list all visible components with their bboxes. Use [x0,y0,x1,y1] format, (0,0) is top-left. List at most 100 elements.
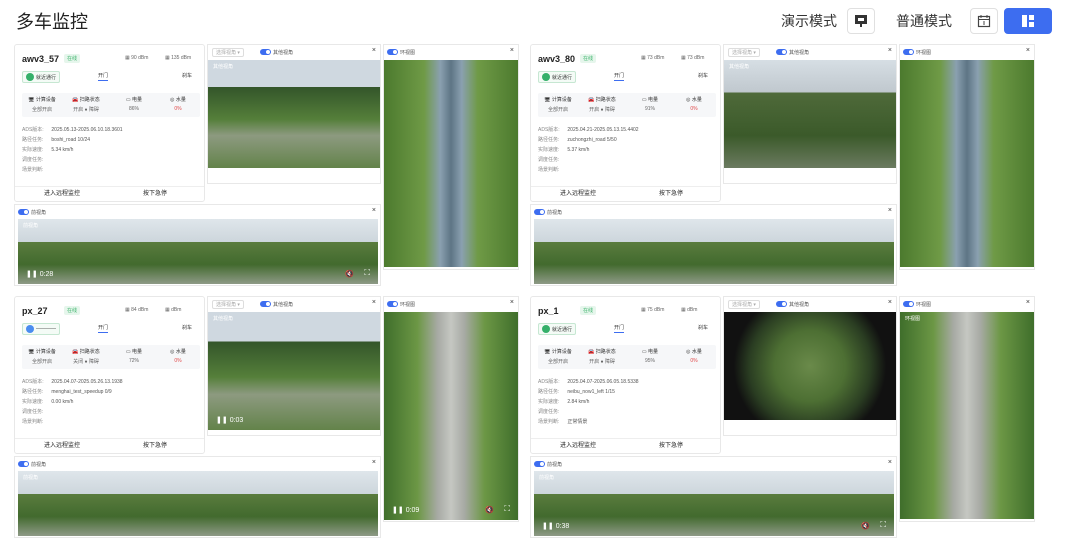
play-pause-control[interactable]: ❚❚ 0:03 [216,416,243,424]
info-value: 2025.04.21-2025.05.13.15.4402 [567,127,639,133]
view-toggle[interactable] [903,301,914,307]
info-value: 正常情景 [567,419,588,425]
bev-video[interactable] [900,60,1034,267]
view-toggle[interactable] [776,49,787,55]
view-toggle[interactable] [534,461,545,467]
demo-mode-button[interactable] [847,8,875,34]
door-button[interactable]: 开门 [98,324,109,333]
door-button[interactable]: 开门 [614,72,625,81]
info-row: 路径任务: boshi_road 10/24 [22,136,90,143]
close-icon[interactable]: × [888,299,892,306]
info-value: 2.84 km/h [567,399,590,405]
bev-video[interactable]: ❚❚ 0:09 🔇 ⛶ [384,312,518,520]
brake-button[interactable]: 刹车 [182,324,192,331]
rear-video[interactable]: 前视角 [18,471,378,536]
nearby-pass-button[interactable]: 就近通行 [22,71,61,83]
view-select[interactable]: 选择视角 ▾ [728,48,760,57]
stat-value: 0% [690,106,698,112]
view-toggle[interactable] [18,209,29,215]
nearby-pass-button[interactable]: 就近通行 [538,71,577,83]
play-pause-control[interactable]: ❚❚ 0:28 [26,270,53,278]
layout-icon [1022,15,1034,27]
remote-monitor-button[interactable]: 进入远程监控 [44,188,80,197]
stat-label: 计算设备 [35,349,56,355]
mute-icon[interactable]: 🔇 [861,522,870,530]
status-badge: 在线 [64,306,81,315]
view-toggle[interactable] [387,301,398,307]
close-icon[interactable]: × [372,47,376,54]
info-key: 场景判断: [22,419,44,425]
front-video[interactable]: 其他视角 [208,60,380,168]
front-video-panel: 选择视角 ▾ 其他视角 × 其他视角 [207,44,381,184]
close-icon[interactable]: × [372,299,376,306]
info-key: 实际速度: [22,147,44,153]
front-video[interactable]: 其他视角 [724,60,896,168]
rear-video[interactable] [534,219,894,284]
front-video[interactable]: 其他视角 ❚❚ 0:03 [208,312,380,430]
remote-monitor-button[interactable]: 进入远程监控 [44,440,80,449]
info-value: 2025.04.07-2025.05.26.13.1938 [51,379,123,385]
play-pause-control[interactable]: ❚❚ 0:38 [542,522,569,530]
emergency-stop-button[interactable]: 按下急停 [143,440,167,449]
info-row: 实际速度: 0.00 km/h [22,398,73,405]
vehicle-name: px_27 [22,306,48,316]
vehicle-cell: awv3_80 在线 ▦ 73 dBm ▦ 73 dBm 就近通行 开门 刹车 … [530,44,1052,290]
bev-video[interactable] [384,60,518,267]
info-value: 5.37 km/h [567,147,590,153]
view-toggle[interactable] [387,49,398,55]
close-icon[interactable]: × [510,299,514,306]
close-icon[interactable]: × [888,47,892,54]
rear-video[interactable]: 前视角 ❚❚ 0:38 🔇 ⛶ [534,471,894,536]
stat-value: 开启 ● 障碍 [589,359,615,365]
view-toggle[interactable] [18,461,29,467]
view-toggle[interactable] [534,209,545,215]
status-badge: 在线 [580,306,597,315]
info-key: 实际速度: [22,399,44,405]
stat-item: ◎ 水量 0% [674,96,714,112]
fullscreen-icon[interactable]: ⛶ [880,520,886,530]
control-icon [542,325,550,333]
close-icon[interactable]: × [1026,47,1030,54]
view-select[interactable]: 选择视角 ▾ [212,300,244,309]
close-icon[interactable]: × [372,207,376,214]
view-toggle[interactable] [260,301,271,307]
view-select[interactable]: 选择视角 ▾ [212,48,244,57]
front-video[interactable] [724,312,896,420]
close-icon[interactable]: × [888,459,892,466]
door-button[interactable]: 开门 [614,324,625,333]
view-toggle[interactable] [903,49,914,55]
mute-icon[interactable]: 🔇 [345,270,354,278]
door-button[interactable]: 开门 [98,72,109,81]
close-icon[interactable]: × [372,459,376,466]
close-icon[interactable]: × [510,47,514,54]
remote-monitor-button[interactable]: 进入远程监控 [560,440,596,449]
nearby-pass-button[interactable]: ———— [22,323,60,335]
video-tag: 环视图 [905,316,921,322]
brake-button[interactable]: 刹车 [182,72,192,79]
emergency-stop-button[interactable]: 按下急停 [659,188,683,197]
close-icon[interactable]: × [1026,299,1030,306]
fullscreen-icon[interactable]: ⛶ [504,504,510,514]
remote-monitor-button[interactable]: 进入远程监控 [560,188,596,197]
vehicle-card: awv3_80 在线 ▦ 73 dBm ▦ 73 dBm 就近通行 开门 刹车 … [530,44,721,202]
view-select[interactable]: 选择视角 ▾ [728,300,760,309]
nearby-pass-button[interactable]: 就近通行 [538,323,577,335]
brake-button[interactable]: 刹车 [698,72,708,79]
brake-button[interactable]: 刹车 [698,324,708,331]
view-toggle[interactable] [776,301,787,307]
play-pause-control[interactable]: ❚❚ 0:09 [392,506,419,514]
stat-icon: 🚘 [588,97,595,103]
emergency-stop-button[interactable]: 按下急停 [143,188,167,197]
fullscreen-icon[interactable]: ⛶ [364,268,370,278]
grid-view-button[interactable] [1004,8,1052,34]
view-toggle[interactable] [260,49,271,55]
stat-label: 计算设备 [35,97,56,103]
signal-2: ▦ dBm [165,307,182,313]
rear-video[interactable]: 前视角 ❚❚ 0:28 🔇 ⛶ [18,219,378,284]
mute-icon[interactable]: 🔇 [485,506,494,514]
close-icon[interactable]: × [888,207,892,214]
bev-video[interactable]: 环视图 [900,312,1034,519]
emergency-stop-button[interactable]: 按下急停 [659,440,683,449]
presentation-icon [855,15,867,27]
calendar-view-button[interactable] [970,8,998,34]
